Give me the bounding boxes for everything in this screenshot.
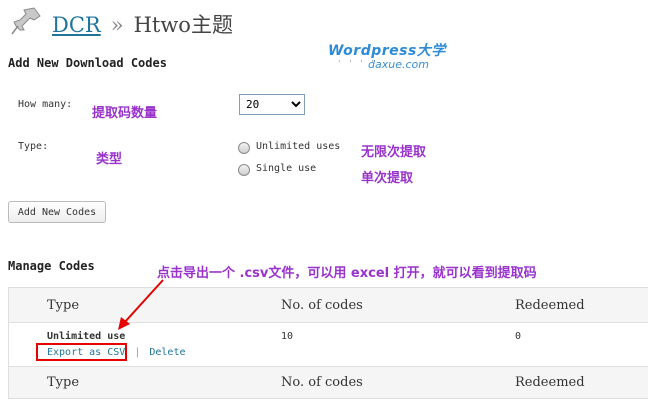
add-new-codes-button[interactable]: Add New Codes bbox=[8, 201, 106, 223]
breadcrumb-link-dcr[interactable]: DCR bbox=[52, 13, 101, 37]
radio-single[interactable] bbox=[238, 164, 250, 176]
radio-unlimited[interactable] bbox=[238, 142, 250, 154]
column-header-redeemed[interactable]: Redeemed bbox=[515, 298, 585, 313]
column-header-type[interactable]: Type bbox=[47, 298, 79, 313]
footer-header-codes[interactable]: No. of codes bbox=[281, 375, 363, 390]
column-header-codes[interactable]: No. of codes bbox=[281, 298, 363, 313]
row-type: Unlimited use bbox=[47, 331, 126, 342]
watermark-logo: Wordpress大学 · · · · daxue.com bbox=[328, 40, 446, 71]
single-annotation: 单次提取 bbox=[361, 171, 414, 186]
table-header: Type No. of codes Redeemed bbox=[9, 288, 648, 323]
page-title: Htwo主题 bbox=[133, 13, 233, 37]
footer-header-type[interactable]: Type bbox=[47, 375, 79, 390]
export-highlight-box bbox=[36, 343, 127, 361]
how-many-label: How many: bbox=[18, 99, 73, 110]
row-redeemed: 0 bbox=[515, 331, 522, 342]
action-separator: | bbox=[134, 347, 141, 358]
unlimited-annotation: 无限次提取 bbox=[361, 145, 427, 160]
radio-unlimited-label[interactable]: Unlimited uses bbox=[256, 141, 340, 152]
row-codes: 10 bbox=[281, 331, 294, 342]
breadcrumb-separator: » bbox=[110, 13, 124, 37]
export-annotation: 点击导出一个 .csv文件，可以用 excel 打开，就可以看到提取码 bbox=[157, 266, 537, 281]
breadcrumb: DCR » Htwo主题 bbox=[52, 9, 233, 39]
delete-link[interactable]: Delete bbox=[149, 347, 185, 358]
type-annotation: 类型 bbox=[96, 152, 123, 167]
radio-single-label[interactable]: Single use bbox=[256, 163, 316, 174]
footer-header-redeemed[interactable]: Redeemed bbox=[515, 375, 585, 390]
manage-codes-heading: Manage Codes bbox=[8, 259, 95, 273]
add-codes-heading: Add New Download Codes bbox=[8, 56, 167, 70]
pin-icon bbox=[11, 7, 41, 35]
how-many-select[interactable]: 20 bbox=[239, 94, 305, 115]
how-many-annotation: 提取码数量 bbox=[92, 106, 158, 121]
type-label: Type: bbox=[18, 141, 49, 152]
watermark-dots: · · · · bbox=[338, 57, 377, 66]
table-footer: Type No. of codes Redeemed bbox=[9, 366, 648, 398]
